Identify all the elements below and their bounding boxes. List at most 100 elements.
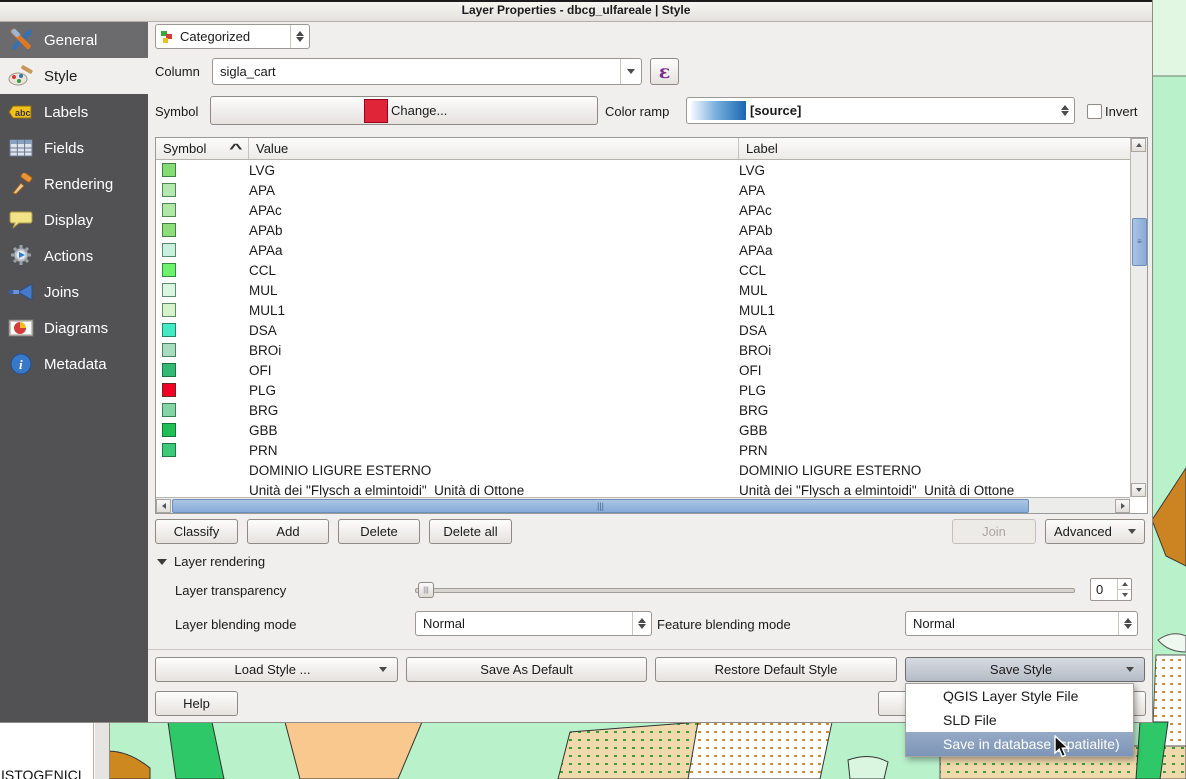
- sidebar-item-fields[interactable]: Fields: [0, 130, 148, 166]
- category-label[interactable]: PRN: [739, 443, 1130, 458]
- category-symbol-swatch[interactable]: [162, 303, 176, 317]
- table-row[interactable]: APAcAPAc: [156, 200, 1130, 220]
- table-row[interactable]: BRGBRG: [156, 400, 1130, 420]
- category-symbol-swatch[interactable]: [162, 323, 176, 337]
- scroll-left-icon[interactable]: [156, 499, 171, 513]
- category-value[interactable]: PRN: [249, 443, 739, 458]
- category-value[interactable]: DSA: [249, 323, 739, 338]
- column-header-value[interactable]: Value: [249, 138, 739, 159]
- sidebar-item-joins[interactable]: Joins: [0, 274, 148, 310]
- table-row[interactable]: MUL1MUL1: [156, 300, 1130, 320]
- sidebar-item-display[interactable]: Display: [0, 202, 148, 238]
- column-header-label[interactable]: Label: [739, 138, 1147, 159]
- table-row[interactable]: PRNPRN: [156, 440, 1130, 460]
- column-header-symbol[interactable]: Symbol ^: [156, 138, 249, 159]
- sidebar-item-metadata[interactable]: iMetadata: [0, 346, 148, 382]
- category-value[interactable]: PLG: [249, 383, 739, 398]
- category-symbol-swatch[interactable]: [162, 183, 176, 197]
- table-row[interactable]: APAaAPAa: [156, 240, 1130, 260]
- column-combo[interactable]: sigla_cart: [212, 58, 642, 85]
- category-symbol-swatch[interactable]: [162, 443, 176, 457]
- scroll-up-icon[interactable]: [1131, 138, 1146, 152]
- horizontal-scrollbar[interactable]: |||: [156, 497, 1130, 513]
- category-label[interactable]: APA: [739, 183, 1130, 198]
- menu-item-sld-file[interactable]: SLD File: [906, 708, 1133, 732]
- category-label[interactable]: MUL1: [739, 303, 1130, 318]
- scroll-right-icon[interactable]: [1115, 499, 1130, 513]
- symbol-change-button[interactable]: Change...: [210, 96, 598, 125]
- category-value[interactable]: MUL1: [249, 303, 739, 318]
- category-label[interactable]: Unità dei "Flysch a elmintoidi"_Unità di…: [739, 483, 1130, 498]
- category-value[interactable]: DOMINIO LIGURE ESTERNO: [249, 463, 739, 478]
- category-value[interactable]: Unità dei "Flysch a elmintoidi"_Unità di…: [249, 483, 739, 498]
- category-label[interactable]: APAa: [739, 243, 1130, 258]
- help-button[interactable]: Help: [155, 691, 238, 716]
- scroll-down-icon[interactable]: [1131, 483, 1146, 497]
- table-row[interactable]: DSADSA: [156, 320, 1130, 340]
- table-row[interactable]: APAbAPAb: [156, 220, 1130, 240]
- category-label[interactable]: APAb: [739, 223, 1130, 238]
- category-value[interactable]: OFI: [249, 363, 739, 378]
- color-ramp-combo[interactable]: [source]: [686, 97, 1075, 124]
- expression-button[interactable]: ε: [650, 58, 679, 85]
- category-value[interactable]: APA: [249, 183, 739, 198]
- category-symbol-swatch[interactable]: [162, 283, 176, 297]
- slider-handle[interactable]: |||: [418, 582, 434, 598]
- category-label[interactable]: APAc: [739, 203, 1130, 218]
- renderer-type-combo[interactable]: Categorized: [155, 24, 310, 49]
- category-label[interactable]: DSA: [739, 323, 1130, 338]
- restore-default-style-button[interactable]: Restore Default Style: [655, 657, 897, 682]
- category-value[interactable]: CCL: [249, 263, 739, 278]
- category-value[interactable]: LVG: [249, 163, 739, 178]
- table-row[interactable]: MULMUL: [156, 280, 1130, 300]
- table-row[interactable]: APAAPA: [156, 180, 1130, 200]
- chevron-down-icon[interactable]: [620, 59, 641, 84]
- category-label[interactable]: BROi: [739, 343, 1130, 358]
- sidebar-item-diagrams[interactable]: Diagrams: [0, 310, 148, 346]
- category-value[interactable]: APAa: [249, 243, 739, 258]
- invert-checkbox[interactable]: [1087, 104, 1102, 119]
- category-value[interactable]: APAc: [249, 203, 739, 218]
- table-row[interactable]: Unità dei "Flysch a elmintoidi"_Unità di…: [156, 480, 1130, 497]
- panel-splitter[interactable]: [93, 722, 110, 779]
- category-symbol-swatch[interactable]: [162, 163, 176, 177]
- vertical-scrollbar[interactable]: ≡: [1130, 138, 1147, 497]
- spin-down-icon[interactable]: [1118, 590, 1131, 600]
- table-row[interactable]: GBBGBB: [156, 420, 1130, 440]
- delete-all-button[interactable]: Delete all: [429, 519, 512, 544]
- combo-spinner[interactable]: [290, 25, 309, 48]
- save-style-button[interactable]: Save Style: [905, 657, 1145, 682]
- sidebar-item-actions[interactable]: Actions: [0, 238, 148, 274]
- feature-blending-combo[interactable]: Normal: [905, 611, 1138, 636]
- table-row[interactable]: DOMINIO LIGURE ESTERNODOMINIO LIGURE EST…: [156, 460, 1130, 480]
- load-style-button[interactable]: Load Style ...: [155, 657, 398, 682]
- category-symbol-swatch[interactable]: [162, 243, 176, 257]
- category-symbol-swatch[interactable]: [162, 403, 176, 417]
- category-symbol-swatch[interactable]: [162, 223, 176, 237]
- save-as-default-button[interactable]: Save As Default: [406, 657, 647, 682]
- category-value[interactable]: BROi: [249, 343, 739, 358]
- sidebar-item-labels[interactable]: abcLabels: [0, 94, 148, 130]
- sidebar-item-style[interactable]: Style: [0, 58, 148, 94]
- menu-item-qgis-layer-style-file[interactable]: QGIS Layer Style File: [906, 684, 1133, 708]
- obscured-button-left[interactable]: [878, 691, 905, 716]
- join-button[interactable]: Join: [952, 519, 1036, 544]
- category-value[interactable]: APAb: [249, 223, 739, 238]
- advanced-button[interactable]: Advanced: [1045, 519, 1145, 544]
- category-symbol-swatch[interactable]: [162, 383, 176, 397]
- category-label[interactable]: LVG: [739, 163, 1130, 178]
- category-label[interactable]: GBB: [739, 423, 1130, 438]
- table-row[interactable]: LVGLVG: [156, 160, 1130, 180]
- category-label[interactable]: PLG: [739, 383, 1130, 398]
- combo-spinner[interactable]: [1056, 98, 1074, 123]
- spin-up-icon[interactable]: [1118, 579, 1131, 590]
- category-label[interactable]: OFI: [739, 363, 1130, 378]
- table-row[interactable]: CCLCCL: [156, 260, 1130, 280]
- horizontal-scroll-thumb[interactable]: |||: [172, 499, 1029, 513]
- transparency-slider[interactable]: |||: [415, 581, 1075, 597]
- category-value[interactable]: GBB: [249, 423, 739, 438]
- category-label[interactable]: MUL: [739, 283, 1130, 298]
- add-button[interactable]: Add: [247, 519, 329, 544]
- combo-spinner[interactable]: [1118, 612, 1137, 635]
- obscured-button-right[interactable]: [1132, 691, 1146, 716]
